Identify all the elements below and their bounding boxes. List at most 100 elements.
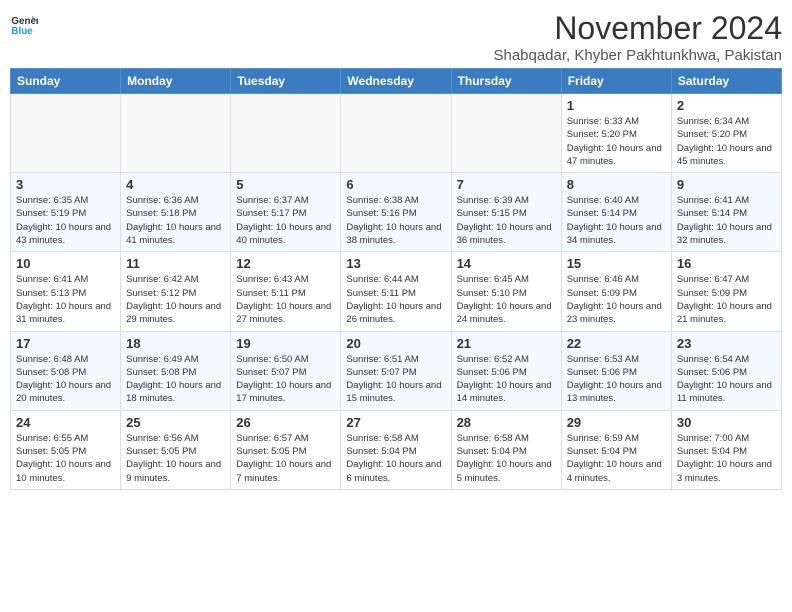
calendar-cell: 7 Sunrise: 6:39 AMSunset: 5:15 PMDaylight… <box>451 173 561 252</box>
day-info: Sunrise: 6:49 AMSunset: 5:08 PMDaylight:… <box>126 353 225 406</box>
day-info: Sunrise: 6:42 AMSunset: 5:12 PMDaylight:… <box>126 273 225 326</box>
calendar-cell: 5 Sunrise: 6:37 AMSunset: 5:17 PMDaylight… <box>231 173 341 252</box>
calendar-week-5: 24 Sunrise: 6:55 AMSunset: 5:05 PMDayligh… <box>11 410 782 489</box>
calendar-cell <box>231 94 341 173</box>
day-info: Sunrise: 6:58 AMSunset: 5:04 PMDaylight:… <box>457 432 556 485</box>
calendar-cell: 11Sunrise: 6:42 AMSunset: 5:12 PMDayligh… <box>121 252 231 331</box>
calendar-cell: 26 Sunrise: 6:57 AMSunset: 5:05 PMDayligh… <box>231 410 341 489</box>
day-number: 5 <box>236 177 335 192</box>
calendar-header-row: SundayMondayTuesdayWednesdayThursdayFrid… <box>11 69 782 94</box>
day-number: 18 <box>126 336 225 351</box>
day-number: 7 <box>457 177 556 192</box>
day-info: Sunrise: 6:56 AMSunset: 5:05 PMDaylight:… <box>126 432 225 485</box>
calendar-cell: 30Sunrise: 7:00 AMSunset: 5:04 PMDayligh… <box>671 410 781 489</box>
day-number: 1 <box>567 98 666 113</box>
day-number: 24 <box>16 415 115 430</box>
calendar-cell: 13 Sunrise: 6:44 AMSunset: 5:11 PMDayligh… <box>341 252 451 331</box>
title-area: November 2024 Shabqadar, Khyber Pakhtunk… <box>493 10 782 64</box>
day-header-thursday: Thursday <box>451 69 561 94</box>
day-info: Sunrise: 6:47 AMSunset: 5:09 PMDaylight:… <box>677 273 776 326</box>
day-info: Sunrise: 6:33 AMSunset: 5:20 PMDaylight:… <box>567 115 666 168</box>
day-number: 28 <box>457 415 556 430</box>
calendar-cell: 3 Sunrise: 6:35 AMSunset: 5:19 PMDaylight… <box>11 173 121 252</box>
day-info: Sunrise: 6:34 AMSunset: 5:20 PMDaylight:… <box>677 115 776 168</box>
day-info: Sunrise: 6:43 AMSunset: 5:11 PMDaylight:… <box>236 273 335 326</box>
calendar-cell: 2 Sunrise: 6:34 AMSunset: 5:20 PMDaylight… <box>671 94 781 173</box>
calendar-week-2: 3 Sunrise: 6:35 AMSunset: 5:19 PMDaylight… <box>11 173 782 252</box>
calendar-cell: 28 Sunrise: 6:58 AMSunset: 5:04 PMDayligh… <box>451 410 561 489</box>
calendar-cell: 21 Sunrise: 6:52 AMSunset: 5:06 PMDayligh… <box>451 331 561 410</box>
day-number: 21 <box>457 336 556 351</box>
day-number: 8 <box>567 177 666 192</box>
day-info: Sunrise: 6:51 AMSunset: 5:07 PMDaylight:… <box>346 353 445 406</box>
day-header-sunday: Sunday <box>11 69 121 94</box>
day-info: Sunrise: 6:35 AMSunset: 5:19 PMDaylight:… <box>16 194 115 247</box>
calendar-cell: 15Sunrise: 6:46 AMSunset: 5:09 PMDayligh… <box>561 252 671 331</box>
day-number: 30 <box>677 415 776 430</box>
calendar-cell: 6Sunrise: 6:38 AMSunset: 5:16 PMDaylight… <box>341 173 451 252</box>
calendar-cell: 20Sunrise: 6:51 AMSunset: 5:07 PMDayligh… <box>341 331 451 410</box>
page-header: General Blue November 2024 Shabqadar, Kh… <box>10 10 782 64</box>
calendar-week-3: 10Sunrise: 6:41 AMSunset: 5:13 PMDayligh… <box>11 252 782 331</box>
day-number: 16 <box>677 256 776 271</box>
day-info: Sunrise: 6:39 AMSunset: 5:15 PMDaylight:… <box>457 194 556 247</box>
day-info: Sunrise: 6:53 AMSunset: 5:06 PMDaylight:… <box>567 353 666 406</box>
day-number: 3 <box>16 177 115 192</box>
day-info: Sunrise: 6:37 AMSunset: 5:17 PMDaylight:… <box>236 194 335 247</box>
day-number: 19 <box>236 336 335 351</box>
day-number: 26 <box>236 415 335 430</box>
calendar-cell <box>11 94 121 173</box>
day-number: 10 <box>16 256 115 271</box>
day-number: 4 <box>126 177 225 192</box>
day-header-friday: Friday <box>561 69 671 94</box>
day-number: 22 <box>567 336 666 351</box>
day-info: Sunrise: 6:48 AMSunset: 5:08 PMDaylight:… <box>16 353 115 406</box>
calendar-table: SundayMondayTuesdayWednesdayThursdayFrid… <box>10 68 782 490</box>
day-number: 13 <box>346 256 445 271</box>
day-header-monday: Monday <box>121 69 231 94</box>
calendar-cell: 23Sunrise: 6:54 AMSunset: 5:06 PMDayligh… <box>671 331 781 410</box>
day-number: 9 <box>677 177 776 192</box>
day-info: Sunrise: 6:57 AMSunset: 5:05 PMDaylight:… <box>236 432 335 485</box>
calendar-cell: 29 Sunrise: 6:59 AMSunset: 5:04 PMDayligh… <box>561 410 671 489</box>
day-number: 27 <box>346 415 445 430</box>
logo-icon: General Blue <box>10 10 38 38</box>
calendar-cell <box>451 94 561 173</box>
day-info: Sunrise: 6:40 AMSunset: 5:14 PMDaylight:… <box>567 194 666 247</box>
calendar-cell: 24 Sunrise: 6:55 AMSunset: 5:05 PMDayligh… <box>11 410 121 489</box>
calendar-cell: 8 Sunrise: 6:40 AMSunset: 5:14 PMDaylight… <box>561 173 671 252</box>
day-info: Sunrise: 6:45 AMSunset: 5:10 PMDaylight:… <box>457 273 556 326</box>
logo: General Blue <box>10 10 38 38</box>
day-header-wednesday: Wednesday <box>341 69 451 94</box>
calendar-cell <box>121 94 231 173</box>
day-number: 29 <box>567 415 666 430</box>
calendar-cell: 10Sunrise: 6:41 AMSunset: 5:13 PMDayligh… <box>11 252 121 331</box>
calendar-cell: 22 Sunrise: 6:53 AMSunset: 5:06 PMDayligh… <box>561 331 671 410</box>
day-number: 23 <box>677 336 776 351</box>
calendar-cell: 14 Sunrise: 6:45 AMSunset: 5:10 PMDayligh… <box>451 252 561 331</box>
day-number: 2 <box>677 98 776 113</box>
calendar-cell: 1 Sunrise: 6:33 AMSunset: 5:20 PMDaylight… <box>561 94 671 173</box>
day-info: Sunrise: 6:52 AMSunset: 5:06 PMDaylight:… <box>457 353 556 406</box>
day-number: 17 <box>16 336 115 351</box>
day-info: Sunrise: 6:55 AMSunset: 5:05 PMDaylight:… <box>16 432 115 485</box>
calendar-week-1: 1 Sunrise: 6:33 AMSunset: 5:20 PMDaylight… <box>11 94 782 173</box>
day-info: Sunrise: 6:58 AMSunset: 5:04 PMDaylight:… <box>346 432 445 485</box>
calendar-cell: 17 Sunrise: 6:48 AMSunset: 5:08 PMDayligh… <box>11 331 121 410</box>
calendar-cell: 19Sunrise: 6:50 AMSunset: 5:07 PMDayligh… <box>231 331 341 410</box>
calendar-cell: 25Sunrise: 6:56 AMSunset: 5:05 PMDayligh… <box>121 410 231 489</box>
month-title: November 2024 <box>493 10 782 47</box>
day-number: 6 <box>346 177 445 192</box>
calendar-cell: 27 Sunrise: 6:58 AMSunset: 5:04 PMDayligh… <box>341 410 451 489</box>
calendar-cell: 4 Sunrise: 6:36 AMSunset: 5:18 PMDaylight… <box>121 173 231 252</box>
day-info: Sunrise: 6:59 AMSunset: 5:04 PMDaylight:… <box>567 432 666 485</box>
calendar-cell <box>341 94 451 173</box>
calendar-cell: 16 Sunrise: 6:47 AMSunset: 5:09 PMDayligh… <box>671 252 781 331</box>
day-header-tuesday: Tuesday <box>231 69 341 94</box>
day-info: Sunrise: 6:36 AMSunset: 5:18 PMDaylight:… <box>126 194 225 247</box>
day-info: Sunrise: 6:44 AMSunset: 5:11 PMDaylight:… <box>346 273 445 326</box>
svg-text:Blue: Blue <box>11 26 33 37</box>
day-info: Sunrise: 6:41 AMSunset: 5:14 PMDaylight:… <box>677 194 776 247</box>
day-number: 14 <box>457 256 556 271</box>
day-header-saturday: Saturday <box>671 69 781 94</box>
